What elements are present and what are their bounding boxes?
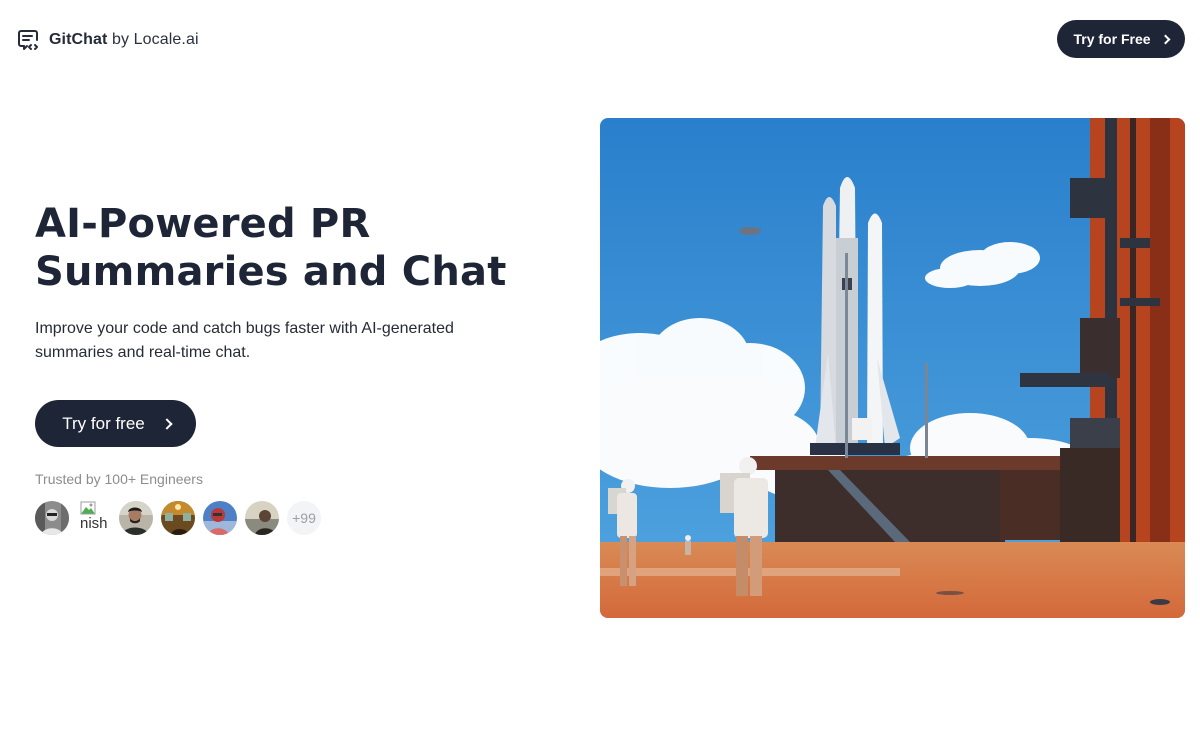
rocket-launch-illustration	[600, 118, 1185, 618]
avatar-group: nish +99	[35, 501, 321, 535]
hero-title: AI-Powered PR Summaries and Chat	[35, 201, 507, 295]
trusted-by-text: Trusted by 100+ Engineers	[35, 471, 203, 487]
nav-try-for-free-button[interactable]: Try for Free	[1057, 20, 1185, 58]
hero-text-block: AI-Powered PR Summaries and Chat	[35, 200, 585, 296]
avatar-more-count: +99	[287, 501, 321, 535]
nav-cta-label: Try for Free	[1073, 31, 1151, 47]
hero-subtitle: Improve your code and catch bugs faster …	[35, 320, 454, 361]
brand-text: GitChat by Locale.ai	[49, 31, 199, 49]
avatar	[119, 501, 153, 535]
avatar-broken-image: nish	[77, 501, 111, 535]
avatar	[35, 501, 69, 535]
hero-try-for-free-button[interactable]: Try for free	[35, 400, 196, 447]
hero-cta-label: Try for free	[62, 413, 145, 433]
avatar	[161, 501, 195, 535]
chevron-right-icon	[161, 417, 173, 430]
chat-code-icon	[18, 30, 38, 50]
avatar	[203, 501, 237, 535]
hero-image	[600, 118, 1185, 618]
brand-name: GitChat	[49, 31, 108, 48]
avatar	[245, 501, 279, 535]
brand-suffix: by Locale.ai	[107, 31, 199, 48]
top-nav: GitChat by Locale.ai Try for Free	[0, 0, 1200, 78]
brand-logo-link[interactable]: GitChat by Locale.ai	[16, 28, 199, 52]
avatar-alt-text: nish	[80, 515, 108, 532]
chevron-right-icon	[1160, 34, 1170, 44]
